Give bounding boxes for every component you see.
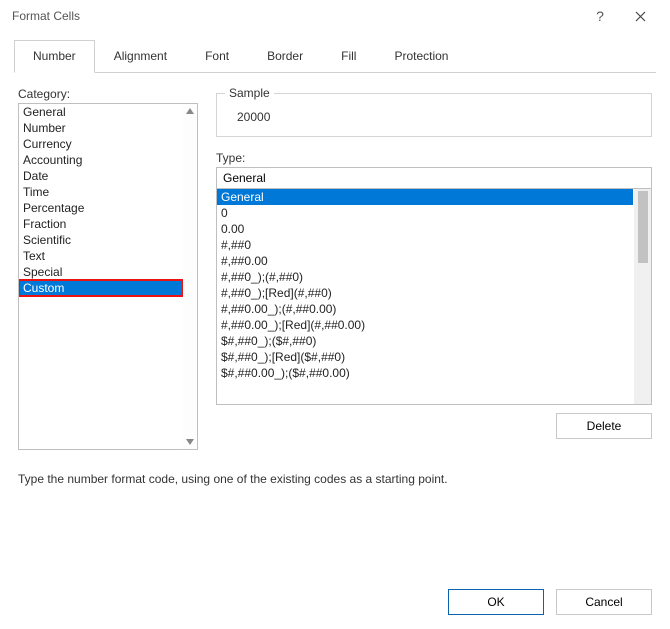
type-item[interactable]: #,##0_);(#,##0) (217, 269, 633, 285)
category-listbox[interactable]: GeneralNumberCurrencyAccountingDateTimeP… (18, 103, 198, 450)
category-item[interactable]: Date (19, 168, 183, 184)
sample-value: 20000 (227, 106, 641, 126)
type-item[interactable]: #,##0.00_);(#,##0.00) (217, 301, 633, 317)
category-item[interactable]: Percentage (19, 200, 183, 216)
category-item[interactable]: Text (19, 248, 183, 264)
tab-font[interactable]: Font (186, 40, 248, 73)
category-item[interactable]: General (19, 104, 183, 120)
type-item[interactable]: 0 (217, 205, 633, 221)
cancel-button[interactable]: Cancel (556, 589, 652, 615)
delete-button[interactable]: Delete (556, 413, 652, 439)
sample-group: Sample 20000 (216, 93, 652, 137)
type-item[interactable]: #,##0_);[Red](#,##0) (217, 285, 633, 301)
close-button[interactable] (620, 2, 660, 30)
category-item[interactable]: Custom (19, 280, 183, 296)
category-item[interactable]: Accounting (19, 152, 183, 168)
type-item[interactable]: $#,##0.00_);($#,##0.00) (217, 365, 633, 381)
hint-text: Type the number format code, using one o… (18, 472, 652, 486)
tab-number[interactable]: Number (14, 40, 95, 73)
category-item[interactable]: Number (19, 120, 183, 136)
type-listbox[interactable]: General00.00#,##0#,##0.00#,##0_);(#,##0)… (216, 189, 652, 405)
type-item[interactable]: $#,##0_);($#,##0) (217, 333, 633, 349)
category-item[interactable]: Scientific (19, 232, 183, 248)
category-item[interactable]: Fraction (19, 216, 183, 232)
category-item[interactable]: Currency (19, 136, 183, 152)
close-icon (635, 11, 646, 22)
help-button[interactable]: ? (580, 2, 620, 30)
sample-legend: Sample (225, 86, 274, 100)
tab-protection[interactable]: Protection (375, 40, 467, 73)
type-item[interactable]: $#,##0_);[Red]($#,##0) (217, 349, 633, 365)
type-scrollbar[interactable] (634, 189, 651, 404)
window-title: Format Cells (12, 9, 580, 23)
type-item[interactable]: General (217, 189, 633, 205)
tab-fill[interactable]: Fill (322, 40, 375, 73)
scroll-up-icon[interactable] (183, 104, 197, 118)
scroll-down-icon[interactable] (183, 435, 197, 449)
tab-alignment[interactable]: Alignment (95, 40, 186, 73)
category-item[interactable]: Special (19, 264, 183, 280)
category-label: Category: (18, 87, 198, 101)
category-item[interactable]: Time (19, 184, 183, 200)
type-input[interactable] (216, 167, 652, 189)
type-item[interactable]: 0.00 (217, 221, 633, 237)
type-scrollbar-thumb[interactable] (638, 191, 648, 263)
question-icon: ? (596, 8, 604, 24)
type-item[interactable]: #,##0.00_);[Red](#,##0.00) (217, 317, 633, 333)
tab-border[interactable]: Border (248, 40, 322, 73)
tab-strip: Number Alignment Font Border Fill Protec… (14, 40, 656, 73)
title-bar: Format Cells ? (0, 0, 670, 32)
type-label: Type: (216, 151, 652, 165)
scrollbar-track[interactable] (183, 104, 197, 449)
ok-button[interactable]: OK (448, 589, 544, 615)
type-item[interactable]: #,##0.00 (217, 253, 633, 269)
type-item[interactable]: #,##0 (217, 237, 633, 253)
